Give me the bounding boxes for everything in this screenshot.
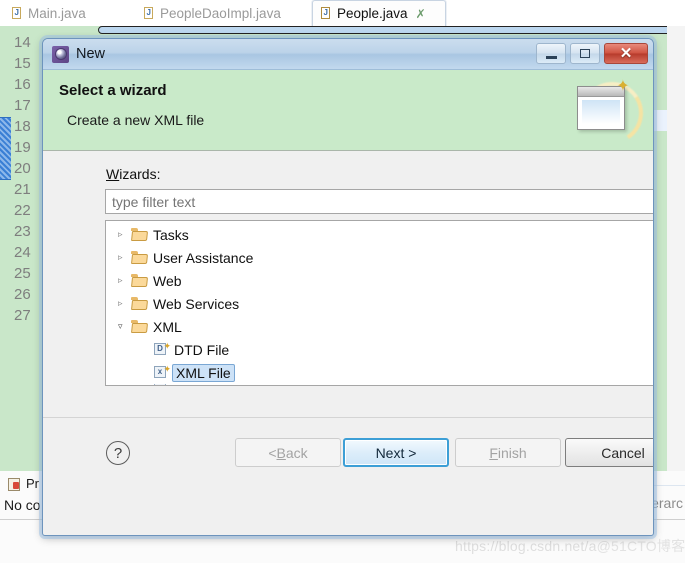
wizards-tree[interactable]: ▹ Tasks ▹ User Assistance ▹ Web ▹ Web Services ▿… [105, 220, 653, 386]
tree-item-user-assistance[interactable]: ▹ User Assistance [106, 246, 653, 269]
watermark: https://blog.csdn.net/a@51CTO博客 [455, 536, 685, 556]
maximize-button[interactable] [570, 43, 600, 64]
chevron-right-icon[interactable]: ▹ [118, 253, 131, 262]
wizards-label: Wizards: [106, 166, 160, 182]
window-controls: ✕ [536, 43, 648, 64]
finish-label-post: inish [497, 444, 527, 461]
dialog-button-bar: ? < Back Next > Finish Cancel [43, 428, 653, 483]
tree-item-xml[interactable]: ▿ XML [106, 315, 653, 338]
tree-item-tasks[interactable]: ▹ Tasks [106, 223, 653, 246]
dialog-subheading: Create a new XML file [67, 112, 205, 128]
tree-item-web[interactable]: ▹ Web [106, 269, 653, 292]
chevron-down-icon[interactable]: ▿ [118, 322, 131, 331]
tree-item-label: Tasks [153, 226, 189, 243]
problems-icon [8, 477, 21, 491]
tree-item-label: XML [153, 318, 182, 335]
help-button[interactable]: ? [106, 441, 130, 465]
tree-item-label: Web [153, 272, 182, 289]
back-label-mnemonic: B [276, 444, 286, 461]
finish-button[interactable]: Finish [455, 438, 561, 467]
tree-item-label: Web Services [153, 295, 240, 312]
minimize-icon [545, 55, 557, 59]
folder-icon [131, 274, 149, 287]
java-file-icon: J [12, 6, 23, 20]
tree-item-partial[interactable] [106, 384, 653, 385]
editor-tab-label: PeopleDaoImpl.java [160, 5, 281, 21]
wizard-sparkle-icon: ✦ [573, 76, 649, 150]
watermark-site: @51CTO博客 [596, 538, 685, 554]
dtd-file-icon: D ✦ [154, 341, 171, 357]
maximize-icon [580, 49, 590, 58]
tree-item-label: User Assistance [153, 249, 254, 266]
close-button[interactable]: ✕ [604, 43, 648, 64]
close-icon: ✕ [619, 45, 633, 62]
cancel-button[interactable]: Cancel [565, 438, 653, 467]
wizards-label-mnemonic: W [106, 166, 120, 182]
dialog-title: New [76, 46, 106, 62]
cancel-label: Cancel [601, 444, 645, 461]
dialog-body: Wizards: ▹ Tasks ▹ User Assistance ▹ Web ▹ Web … [43, 151, 653, 483]
folder-icon [131, 251, 149, 264]
problems-message: No co [4, 497, 41, 513]
problems-view-tab[interactable]: Pr [0, 471, 39, 495]
editor-tab-main-java[interactable]: J Main.java [4, 0, 126, 26]
folder-icon [131, 297, 149, 310]
problems-tab-label: Pr [26, 475, 39, 491]
editor-tab-label: People.java [337, 6, 408, 21]
dialog-title-bar[interactable]: New ✕ [43, 39, 653, 70]
wizards-label-rest: izards: [119, 166, 161, 182]
folder-icon [131, 320, 149, 333]
editor-tab-peopledaoimpl-java[interactable]: J PeopleDaoImpl.java [136, 0, 306, 26]
xml-file-icon: x ✦ [154, 364, 171, 380]
code-selection-box [98, 26, 685, 34]
chevron-right-icon[interactable]: ▹ [118, 276, 131, 285]
filter-box[interactable] [105, 189, 653, 214]
editor-tab-people-java[interactable]: J People.java ✗ [312, 0, 446, 26]
file-icon [154, 384, 169, 385]
hierarchy-view-label: erarc [651, 495, 683, 511]
next-button[interactable]: Next > [343, 438, 449, 467]
close-icon[interactable]: ✗ [416, 7, 426, 21]
editor-tab-label: Main.java [28, 5, 86, 21]
finish-label-mnemonic: F [489, 444, 498, 461]
dialog-heading: Select a wizard [59, 82, 167, 99]
tree-item-dtd-file[interactable]: D ✦ DTD File [106, 338, 653, 361]
back-button[interactable]: < Back [235, 438, 341, 467]
wizard-gear-icon [52, 45, 69, 63]
wizards-tree-list[interactable]: ▹ Tasks ▹ User Assistance ▹ Web ▹ Web Services ▿… [106, 223, 653, 385]
new-wizard-dialog[interactable]: New ✕ Select a wizard Create a new XML f… [42, 38, 654, 536]
back-label-post: ack [285, 444, 308, 461]
tree-item-label: DTD File [174, 341, 230, 358]
tree-item-xml-file[interactable]: x ✦ XML File [106, 361, 653, 384]
next-label: Next > [375, 444, 417, 461]
search-input[interactable] [106, 192, 653, 211]
dialog-header: Select a wizard Create a new XML file ✦ [43, 70, 653, 151]
chevron-right-icon[interactable]: ▹ [118, 230, 131, 239]
back-label-pre: < [268, 444, 277, 461]
watermark-url: https://blog.csdn.net/a [455, 538, 597, 554]
java-file-warning-icon: J [144, 6, 155, 20]
minimize-button[interactable] [536, 43, 566, 64]
question-mark-icon: ? [113, 444, 123, 462]
dialog-separator [43, 417, 653, 418]
tree-item-web-services[interactable]: ▹ Web Services [106, 292, 653, 315]
folder-icon [131, 228, 149, 241]
tree-item-label: XML File [172, 363, 235, 382]
annotation-marker [0, 117, 11, 180]
editor-gutter: 14 15 16 17 18 19 20 21 22 23 24 25 26 27 [0, 26, 48, 471]
editor-tab-bar: J Main.java J PeopleDaoImpl.java J Peopl… [0, 0, 685, 26]
java-file-icon: J [321, 7, 332, 20]
chevron-right-icon[interactable]: ▹ [118, 299, 131, 308]
editor-right-margin [667, 26, 685, 471]
